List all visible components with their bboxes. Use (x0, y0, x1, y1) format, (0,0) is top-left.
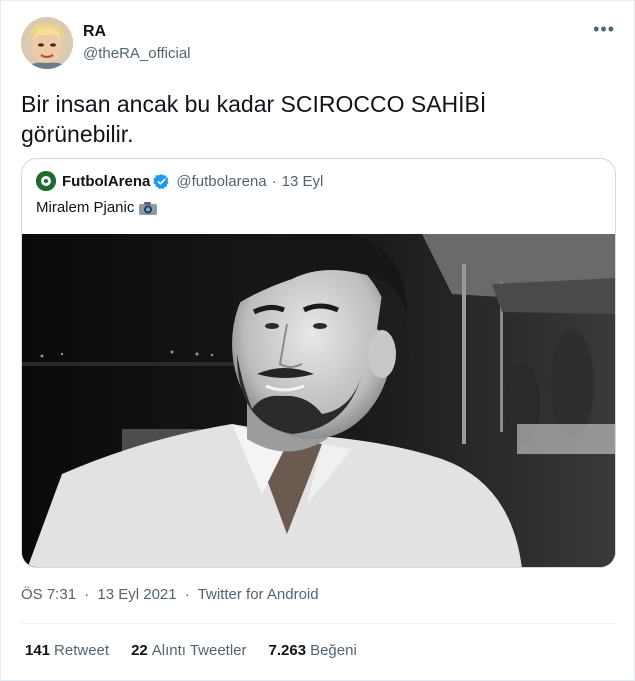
likes-label: Beğeni (310, 642, 357, 659)
tweet-stats: 141 Retweet 22 Alıntı Tweetler 7.263 Beğeni (25, 642, 379, 659)
tweet-text-line-2: görünebilir. (21, 121, 134, 147)
author-handle[interactable]: @theRA_official (83, 45, 191, 62)
tweet-date[interactable]: 13 Eyl 2021 (97, 586, 176, 603)
author-name[interactable]: RA (83, 23, 106, 41)
quotes-stat[interactable]: 22 Alıntı Tweetler (131, 642, 246, 659)
quoted-author-avatar[interactable] (36, 171, 56, 191)
avatar-image (21, 17, 73, 69)
likes-stat[interactable]: 7.263 Beğeni (269, 642, 357, 659)
tweet-card: RA @theRA_official ••• Bir insan ancak b… (0, 0, 635, 681)
quoted-author-name[interactable]: FutbolArena (62, 173, 150, 190)
verified-badge-icon (153, 173, 169, 189)
quotes-label: Alıntı Tweetler (151, 642, 247, 659)
quoted-tweet-header: FutbolArena @futbolarena · 13 Eyl (36, 171, 323, 191)
retweets-count: 141 (25, 642, 51, 659)
tweet-time[interactable]: ÖS 7:31 (21, 586, 76, 603)
more-options-icon[interactable]: ••• (593, 20, 615, 38)
tweet-body: Bir insan ancak bu kadar SCIROCCO SAHİBİ… (21, 89, 611, 149)
author-avatar[interactable] (21, 17, 73, 69)
tweet-metadata: ÖS 7:31 · 13 Eyl 2021 · Twitter for Andr… (21, 586, 319, 603)
retweets-label: Retweet (54, 642, 110, 659)
quoted-photo[interactable] (22, 234, 615, 567)
likes-count: 7.263 (268, 642, 307, 659)
tweet-text-line-1: Bir insan ancak bu kadar SCIROCCO SAHİBİ (21, 91, 487, 117)
meta-separator-1: · (84, 586, 90, 603)
retweets-stat[interactable]: 141 Retweet (25, 642, 109, 659)
divider-top (21, 623, 616, 624)
portrait-photo (22, 234, 615, 567)
quoted-tweet[interactable]: FutbolArena @futbolarena · 13 Eyl Mirale… (21, 158, 616, 568)
quotes-count: 22 (131, 642, 148, 659)
quoted-text: Miralem Pjanic (36, 199, 135, 216)
tweet-header: RA @theRA_official ••• (21, 17, 617, 73)
tweet-source[interactable]: Twitter for Android (198, 586, 319, 603)
quoted-separator: · (271, 172, 277, 190)
camera-flash-icon (139, 200, 158, 215)
futbolarena-logo-icon (36, 171, 56, 191)
quoted-author-handle[interactable]: @futbolarena (176, 173, 266, 190)
quoted-date[interactable]: 13 Eyl (282, 173, 324, 190)
quoted-tweet-text: Miralem Pjanic (36, 199, 158, 216)
meta-separator-2: · (184, 586, 190, 603)
